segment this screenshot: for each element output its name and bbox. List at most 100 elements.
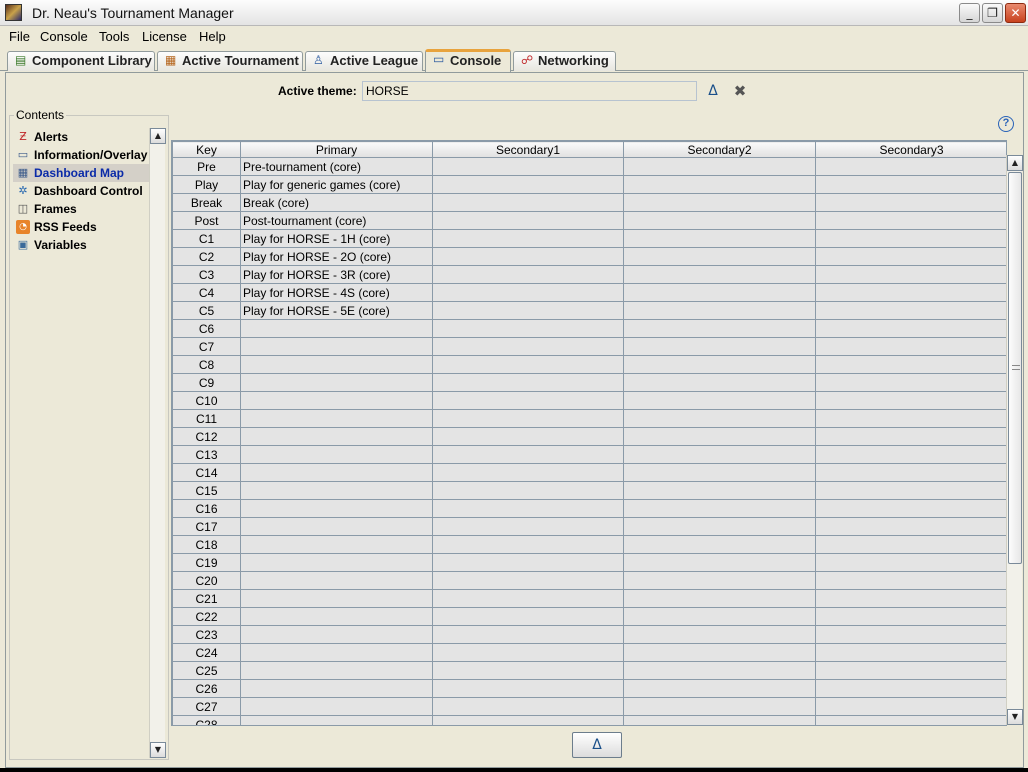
close-button[interactable]: ✕	[1005, 3, 1026, 23]
table-row[interactable]: C23	[172, 625, 1006, 644]
tab-active-tournament[interactable]: ▦ Active Tournament	[157, 51, 303, 71]
table-cell[interactable]	[432, 157, 624, 176]
table-cell[interactable]	[240, 445, 433, 464]
table-cell[interactable]	[623, 553, 816, 572]
table-cell[interactable]	[815, 553, 1006, 572]
table-cell[interactable]	[432, 679, 624, 698]
table-cell[interactable]	[623, 391, 816, 410]
theme-delta-button[interactable]: Δ	[704, 82, 722, 100]
table-cell[interactable]	[240, 607, 433, 626]
table-row[interactable]: C1 Play for HORSE - 1H (core)	[172, 229, 1006, 248]
table-cell[interactable]	[815, 589, 1006, 608]
table-cell[interactable]: Pre-tournament (core)	[240, 157, 433, 176]
menu-tools[interactable]: Tools	[99, 29, 129, 44]
table-cell[interactable]	[623, 481, 816, 500]
table-row[interactable]: C24	[172, 643, 1006, 662]
table-cell[interactable]	[815, 301, 1006, 320]
table-cell[interactable]	[623, 337, 816, 356]
table-cell[interactable]	[623, 535, 816, 554]
table-cell[interactable]	[815, 319, 1006, 338]
table-cell[interactable]	[815, 373, 1006, 392]
menu-help[interactable]: Help	[199, 29, 226, 44]
column-header[interactable]: Primary	[240, 141, 433, 158]
scroll-down-button[interactable]: ▼	[150, 742, 166, 758]
table-cell[interactable]	[815, 517, 1006, 536]
table-cell[interactable]	[240, 463, 433, 482]
table-cell[interactable]	[240, 589, 433, 608]
table-cell[interactable]	[432, 229, 624, 248]
menu-license[interactable]: License	[142, 29, 187, 44]
table-row[interactable]: C2 Play for HORSE - 2O (core)	[172, 247, 1006, 266]
table-cell[interactable]	[623, 661, 816, 680]
tab-component-library[interactable]: ▤ Component Library	[7, 51, 155, 71]
table-cell[interactable]	[623, 517, 816, 536]
column-header[interactable]: Secondary3	[815, 141, 1006, 158]
table-cell[interactable]	[240, 625, 433, 644]
table-cell[interactable]	[432, 373, 624, 392]
table-cell[interactable]	[815, 427, 1006, 446]
table-cell[interactable]	[240, 697, 433, 716]
help-icon[interactable]: ?	[998, 116, 1014, 132]
table-cell[interactable]: Post-tournament (core)	[240, 211, 433, 230]
table-cell[interactable]	[623, 319, 816, 338]
table-row[interactable]: C8	[172, 355, 1006, 374]
table-cell[interactable]	[623, 355, 816, 374]
active-theme-field[interactable]	[362, 81, 697, 101]
table-cell[interactable]	[815, 445, 1006, 464]
table-cell[interactable]	[432, 301, 624, 320]
table-cell[interactable]	[240, 571, 433, 590]
table-cell[interactable]	[815, 571, 1006, 590]
table-cell[interactable]	[432, 355, 624, 374]
table-cell[interactable]	[240, 391, 433, 410]
table-cell[interactable]	[623, 373, 816, 392]
table-cell[interactable]	[432, 409, 624, 428]
table-cell[interactable]	[623, 445, 816, 464]
column-header[interactable]: Key	[172, 141, 241, 158]
table-cell[interactable]	[815, 643, 1006, 662]
table-row[interactable]: C6	[172, 319, 1006, 338]
table-cell[interactable]	[240, 553, 433, 572]
table-row[interactable]: C7	[172, 337, 1006, 356]
menu-console[interactable]: Console	[40, 29, 88, 44]
table-cell[interactable]	[432, 427, 624, 446]
table-row[interactable]: C4 Play for HORSE - 4S (core)	[172, 283, 1006, 302]
table-row[interactable]: C25	[172, 661, 1006, 680]
tree-item-rss-feeds[interactable]: ◔ RSS Feeds	[13, 218, 149, 236]
table-cell[interactable]	[815, 157, 1006, 176]
table-cell[interactable]	[623, 625, 816, 644]
table-row[interactable]: C10	[172, 391, 1006, 410]
table-cell[interactable]	[815, 463, 1006, 482]
table-cell[interactable]	[815, 229, 1006, 248]
table-cell[interactable]	[432, 175, 624, 194]
table-cell[interactable]	[240, 355, 433, 374]
table-cell[interactable]	[623, 679, 816, 698]
table-cell[interactable]	[432, 391, 624, 410]
table-cell[interactable]	[432, 193, 624, 212]
column-header[interactable]: Secondary2	[623, 141, 816, 158]
table-cell[interactable]	[432, 283, 624, 302]
table-cell[interactable]	[815, 481, 1006, 500]
table-row[interactable]: Pre Pre-tournament (core)	[172, 157, 1006, 176]
table-cell[interactable]: Play for HORSE - 5E (core)	[240, 301, 433, 320]
table-row[interactable]: C5 Play for HORSE - 5E (core)	[172, 301, 1006, 320]
table-row[interactable]: C9	[172, 373, 1006, 392]
table-row[interactable]: C22	[172, 607, 1006, 626]
table-row[interactable]: C19	[172, 553, 1006, 572]
table-row[interactable]: C17	[172, 517, 1006, 536]
table-row[interactable]: C27	[172, 697, 1006, 716]
table-cell[interactable]	[432, 499, 624, 518]
table-cell[interactable]	[240, 643, 433, 662]
table-cell[interactable]	[240, 499, 433, 518]
table-cell[interactable]: Play for HORSE - 2O (core)	[240, 247, 433, 266]
table-cell[interactable]	[623, 301, 816, 320]
table-cell[interactable]	[432, 247, 624, 266]
table-row[interactable]: C14	[172, 463, 1006, 482]
table-cell[interactable]	[623, 157, 816, 176]
contents-scrollbar[interactable]: ▲ ▼	[149, 128, 166, 758]
table-cell[interactable]	[623, 409, 816, 428]
table-cell[interactable]	[623, 193, 816, 212]
tab-console[interactable]: ▭ Console	[425, 49, 511, 72]
table-cell[interactable]	[815, 625, 1006, 644]
table-cell[interactable]	[623, 571, 816, 590]
table-cell[interactable]	[240, 517, 433, 536]
